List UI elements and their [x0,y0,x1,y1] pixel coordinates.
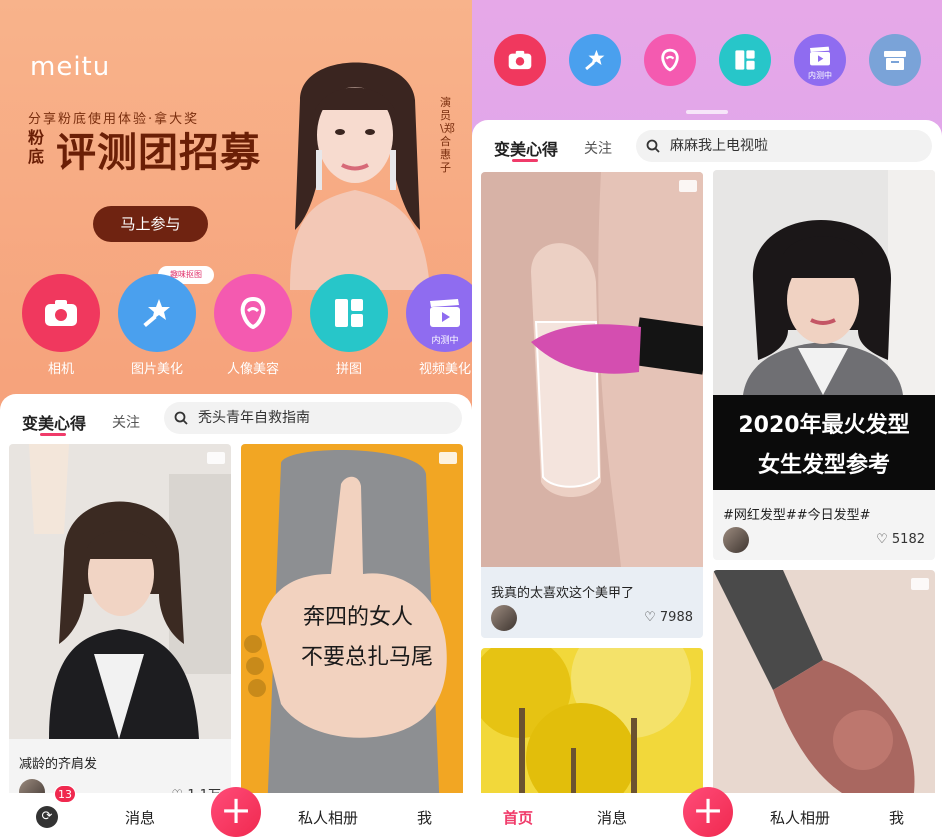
notification-badge: 13 [54,785,76,803]
feed-card[interactable]: 奔四的女人 不要总扎马尾 [241,444,463,839]
feed-panel: 变美心得 关注 麻麻我上电视啦 我真的太喜欢这个美甲了 ♡ 7988 2020年… [472,120,942,839]
tool-label: 人像美容 [226,362,279,377]
join-now-button[interactable]: 马上参与 [93,206,208,242]
tool-label: 图片美化 [130,362,183,377]
nav-messages[interactable]: 消息 [597,807,627,828]
nav-private-album[interactable]: 私人相册 [298,807,358,828]
face-outline-icon[interactable] [644,34,696,86]
tool-label: 视频美化 [418,362,471,377]
video-icon [679,180,697,192]
tool-video-edit[interactable]: 内测中 视频美化 [405,274,472,377]
avatar [723,527,749,553]
tool-tag-beta: 内测中 [808,71,832,80]
tool-camera[interactable]: 相机 [21,274,101,377]
magic-wand-icon[interactable] [569,34,621,86]
banner-portrait-image[interactable] [250,40,460,290]
like-count[interactable]: ♡ 7988 [644,610,693,625]
tool-collage[interactable]: 拼图 [309,274,389,377]
feed-tabs: 变美心得 关注 秃头青年自救指南 [0,394,472,444]
like-count[interactable]: ♡ 5182 [876,532,925,547]
drag-handle[interactable] [686,110,728,114]
feed-card[interactable]: 2020年最火发型 女生发型参考 #网红发型##今日发型# ♡ 5182 [713,170,935,560]
search-icon [646,139,660,153]
nav-private-album[interactable]: 私人相册 [770,807,830,828]
tab-follow[interactable]: 关注 [112,412,140,432]
clapperboard-icon[interactable]: 内测中 [794,34,846,86]
refresh-icon[interactable]: ⟳ [36,806,58,828]
magic-wand-icon [118,274,196,352]
card-image-bob-hairstyle [713,170,935,395]
handwriting-line-1: 奔四的女人 [303,605,414,630]
bottom-nav: ⟳ 13 消息 + 私人相册 我 [0,785,472,839]
clapperboard-icon: 内测中 [406,274,472,352]
card-overlay-title: 2020年最火发型 女生发型参考 [713,395,935,490]
collage-icon [310,274,388,352]
banner-title: 评测团招募 [56,130,261,176]
like-count-value: 5182 [891,532,925,547]
active-tab-indicator [40,433,66,436]
card-title: 减龄的齐肩发 [19,757,98,772]
search-placeholder: 秃头青年自救指南 [198,410,310,426]
feed-card[interactable]: 我真的太喜欢这个美甲了 ♡ 7988 [481,172,703,638]
tool-label: 拼图 [335,362,362,377]
avatar [491,605,517,631]
search-icon [174,411,188,425]
create-plus-button[interactable]: + [683,787,733,837]
like-count-value: 7988 [659,610,693,625]
video-icon [207,452,225,464]
banner-small-title: 粉底 [28,128,45,166]
tool-tag-beta: 内测中 [431,336,459,346]
create-plus-button[interactable]: + [211,787,261,837]
feed-panel: 变美心得 关注 秃头青年自救指南 减龄的齐肩发 ♡ 1.1 [0,394,472,839]
meitu-logo: meitu [30,52,111,82]
card-image-haircut [9,444,231,739]
feed-tabs: 变美心得 关注 麻麻我上电视啦 [472,120,942,170]
left-screen: meitu 分享粉底使用体验·拿大奖 粉底 评测团招募 马上参与 演员\郑合惠子… [0,0,472,839]
tab-beauty-tips[interactable]: 变美心得 [494,136,558,160]
archive-icon[interactable] [869,34,921,86]
nav-me[interactable]: 我 [417,807,432,828]
tool-label: 相机 [47,362,74,377]
card-image-nail-polish [481,172,703,567]
nav-messages[interactable]: 消息 [125,807,155,828]
camera-icon [22,274,100,352]
collage-icon[interactable] [719,34,771,86]
feed-card[interactable]: 减龄的齐肩发 ♡ 1.1万 [9,444,231,839]
card-title: #网红发型##今日发型# [723,508,871,523]
right-screen: 内测中 变美心得 关注 麻麻我上电视啦 我真的太喜欢这个美甲了 ♡ 7988 2… [472,0,942,839]
tool-photo-edit[interactable]: 图片美化 [117,274,197,377]
video-icon [439,452,457,464]
search-input[interactable]: 秃头青年自救指南 [164,402,462,434]
video-icon [911,578,929,590]
overlay-line-1: 2020年最火发型 [738,413,910,438]
nav-me[interactable]: 我 [889,807,904,828]
card-title: 我真的太喜欢这个美甲了 [491,586,635,601]
search-input[interactable]: 麻麻我上电视啦 [636,130,932,162]
tool-portrait[interactable]: 人像美容 [213,274,293,377]
active-tab-indicator [512,159,538,162]
tab-follow[interactable]: 关注 [584,138,612,158]
nav-home[interactable]: 首页 [503,807,533,828]
tab-beauty-tips[interactable]: 变美心得 [22,410,86,434]
overlay-line-2: 女生发型参考 [757,453,890,478]
camera-icon[interactable] [494,34,546,86]
face-outline-icon [214,274,292,352]
search-placeholder: 麻麻我上电视啦 [670,138,768,154]
handwriting-line-2: 不要总扎马尾 [301,645,434,670]
banner-subtitle: 分享粉底使用体验·拿大奖 [28,112,200,127]
bottom-nav: 首页 消息 + 私人相册 我 [472,787,942,839]
